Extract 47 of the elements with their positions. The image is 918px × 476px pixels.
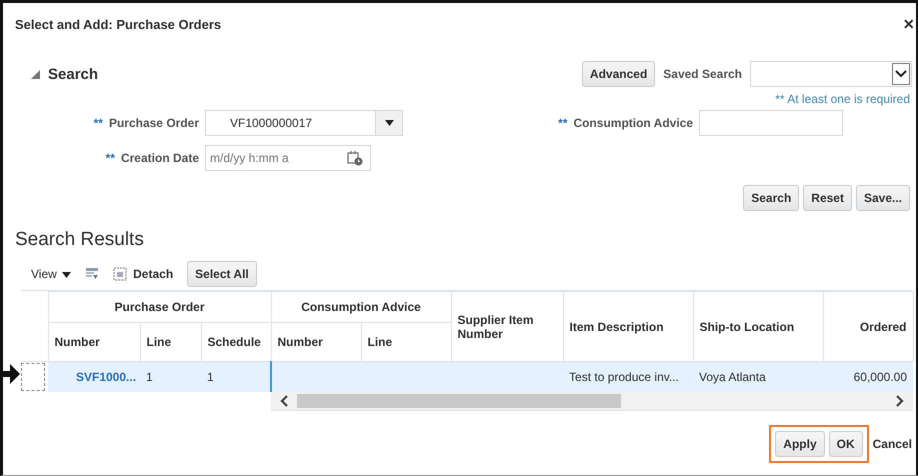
scroll-right-icon[interactable] [896, 395, 904, 407]
caret-icon [62, 272, 72, 278]
column-header[interactable]: Supplier Item Number [451, 292, 564, 362]
dropdown-arrow-icon [384, 120, 394, 126]
chevron-down-icon [892, 63, 910, 85]
saved-search-dropdown[interactable] [750, 61, 912, 87]
scroll-left-icon[interactable] [280, 395, 288, 407]
dialog-button[interactable]: Cancel [872, 437, 912, 451]
horizontal-scrollbar[interactable] [271, 392, 914, 410]
pointer-arrow-icon [3, 364, 20, 384]
table-row[interactable]: SVF1000... 1 1 Test to produce inv... Voya Atlanta 60,000.00 [21, 362, 914, 392]
field-label: Consumption Advice [573, 116, 693, 130]
collapse-triangle-icon[interactable] [31, 70, 40, 78]
detach-icon[interactable] [113, 267, 128, 281]
calendar-clock-icon[interactable] [347, 150, 363, 166]
select-all-button[interactable]: Select All [187, 261, 257, 287]
required-note: ** At least one is required [774, 92, 911, 106]
consumption-advice-field[interactable] [699, 110, 843, 136]
dialog-button[interactable]: OK [828, 431, 863, 457]
view-menu[interactable]: View [31, 267, 72, 281]
search-action-button[interactable]: Reset [803, 185, 852, 211]
row-selector[interactable] [21, 363, 45, 391]
table-cell: 60,000.00 [854, 370, 908, 384]
column-group-header: Purchase Order [48, 292, 272, 322]
column-group-header: Consumption Advice [271, 292, 452, 322]
required-marker: ** [94, 116, 103, 130]
search-action-button[interactable]: Save... [856, 185, 910, 211]
detach-button[interactable]: Detach [133, 267, 174, 281]
section-title: Search [48, 66, 98, 82]
advanced-button[interactable]: Advanced [582, 61, 656, 87]
search-action-button[interactable]: Search [743, 185, 800, 211]
table-cell: Test to produce inv... [569, 370, 679, 384]
filter-icon[interactable] [85, 267, 100, 281]
section-title: Search Results [14, 229, 145, 251]
saved-search-label: Saved Search [663, 67, 742, 81]
required-marker: ** [558, 116, 568, 130]
window-title: Select and Add: Purchase Orders [15, 16, 222, 32]
required-marker: ** [106, 151, 115, 165]
table-cell: Voya Atlanta [699, 370, 766, 384]
field-label: Purchase Order [108, 116, 199, 130]
date-field[interactable]: m/d/yy h:mm a [205, 145, 371, 171]
field-label: Creation Date [120, 151, 199, 165]
table-cell: 1 [146, 370, 153, 384]
dialog-button[interactable]: Apply [775, 431, 825, 457]
purchase-order-combobox[interactable]: VF1000000017 [205, 110, 403, 136]
close-button[interactable]: × [901, 14, 916, 34]
table-cell: 1 [207, 370, 214, 384]
